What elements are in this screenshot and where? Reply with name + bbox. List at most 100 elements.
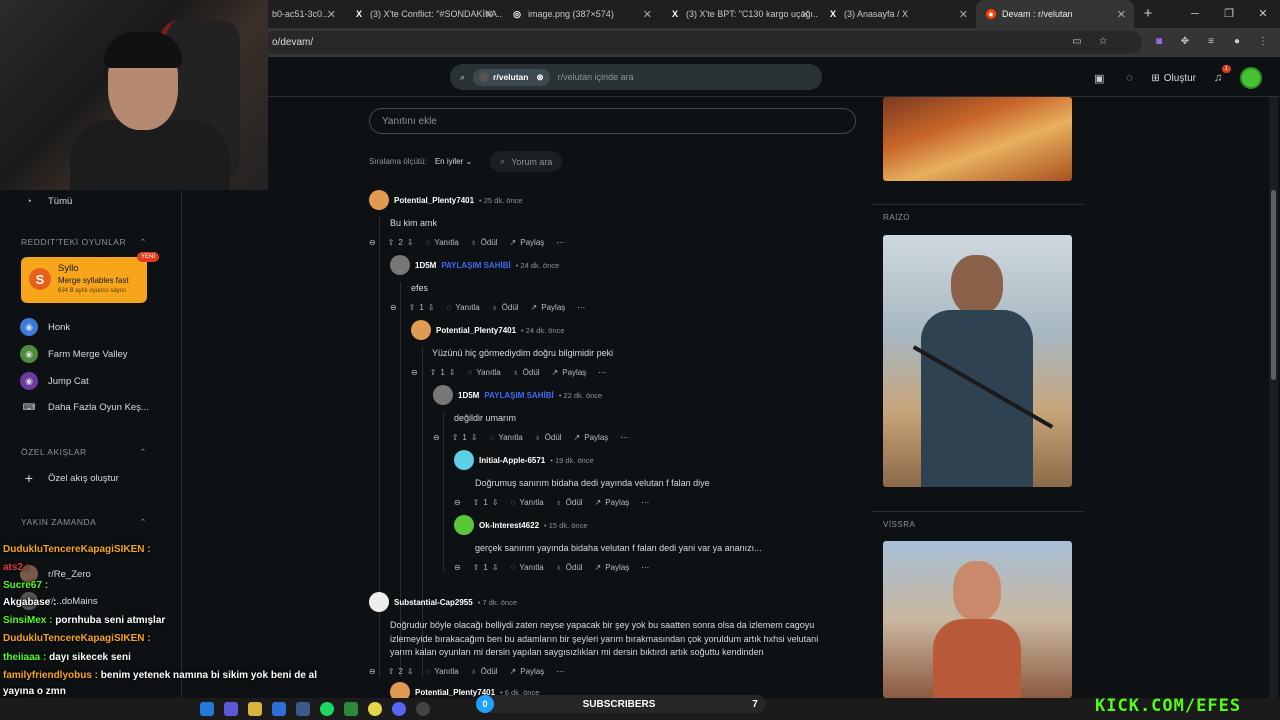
scrollbar-track[interactable] xyxy=(1269,97,1278,698)
subreddit-chip[interactable]: r/velutan ⊗ xyxy=(473,68,550,86)
upvote-icon[interactable]: ⇧ xyxy=(388,667,395,676)
cast-icon[interactable]: ▭ xyxy=(1070,34,1084,48)
sidebar-item-more-games[interactable]: ⌨ Daha Fazla Oyun Keş... xyxy=(20,398,149,416)
kebab-menu-icon[interactable]: ⋮ xyxy=(1256,34,1270,48)
puzzle-icon[interactable]: ✥ xyxy=(1178,34,1192,48)
avatar[interactable] xyxy=(454,515,474,535)
collapse-icon[interactable]: ⊖ xyxy=(369,238,376,247)
create-button[interactable]: ⊞ Oluştur xyxy=(1151,73,1196,84)
advertise-icon[interactable]: ▣ xyxy=(1091,70,1107,86)
upvote-icon[interactable]: ⇧ xyxy=(430,368,437,377)
character-art-raizo[interactable] xyxy=(883,235,1072,487)
collapse-icon[interactable]: ⊖ xyxy=(369,667,376,676)
search-bar[interactable]: ⌕ r/velutan ⊗ r/velutan içinde ara xyxy=(450,64,822,90)
avatar[interactable] xyxy=(390,255,410,275)
award-button[interactable]: ♁ Ödül xyxy=(513,368,540,377)
character-art-vissra[interactable] xyxy=(883,541,1072,698)
comment-author[interactable]: Substantial-Cap2955 xyxy=(394,598,473,607)
discord-icon[interactable] xyxy=(392,702,406,716)
reply-button[interactable]: ◌ Yanıtla xyxy=(426,238,459,247)
sidebar-item-honk[interactable]: ◉ Honk xyxy=(20,318,70,336)
chrome-icon[interactable] xyxy=(368,702,382,716)
browser-tab[interactable]: b0-ac51-3c0... ✕ xyxy=(262,0,344,28)
section-games-header[interactable]: REDDIT'TEKİ OYUNLAR ⌃ xyxy=(21,237,147,248)
sidebar-item-all[interactable]: ◔ Tümü xyxy=(20,192,72,210)
search-input[interactable]: r/velutan içinde ara xyxy=(558,72,634,82)
collapse-icon[interactable]: ⊖ xyxy=(390,303,397,312)
downvote-icon[interactable]: ⇩ xyxy=(492,498,499,507)
twitch-extension-icon[interactable]: ◙ xyxy=(1152,34,1166,48)
sidebar-item-jump-cat[interactable]: ◉ Jump Cat xyxy=(20,372,89,390)
award-button[interactable]: ♁ Ödül xyxy=(556,498,583,507)
share-button[interactable]: ↗ Paylaş xyxy=(531,303,566,312)
close-icon[interactable]: ✕ xyxy=(485,8,494,21)
more-options-icon[interactable]: ⋯ xyxy=(641,498,649,507)
notification-icon[interactable]: ♫ 1 xyxy=(1210,65,1231,86)
app-icon[interactable] xyxy=(344,702,358,716)
upvote-icon[interactable]: ⇧ xyxy=(388,238,395,247)
close-icon[interactable]: ✕ xyxy=(327,8,336,21)
downvote-icon[interactable]: ⇩ xyxy=(449,368,456,377)
reply-button[interactable]: ◌ Yanıtla xyxy=(511,498,544,507)
reply-button[interactable]: ◌ Yanıtla xyxy=(468,368,501,377)
reply-button[interactable]: ◌ Yanıtla xyxy=(511,563,544,572)
clear-icon[interactable]: ⊗ xyxy=(536,72,543,83)
browser-tab[interactable]: X (3) X'te BPT: "C130 kargo uçağı... ✕ xyxy=(660,0,818,28)
downvote-icon[interactable]: ⇩ xyxy=(407,238,414,247)
upvote-icon[interactable]: ⇧ xyxy=(473,498,480,507)
url-field[interactable]: o/devam/ xyxy=(262,31,1142,54)
comment-author[interactable]: Potential_Plenty7401 xyxy=(394,196,474,205)
section-recent-header[interactable]: YAKIN ZAMANDA ⌃ xyxy=(21,517,147,528)
comment-search[interactable]: ⌕ Yorum ara xyxy=(490,151,563,172)
section-custom-header[interactable]: ÖZEL AKIŞLAR ⌃ xyxy=(21,447,147,458)
files-icon[interactable] xyxy=(248,702,262,716)
reply-button[interactable]: ◌ Yanıtla xyxy=(490,433,523,442)
comment-author[interactable]: Initial-Apple-6571 xyxy=(479,456,545,465)
outlook-icon[interactable] xyxy=(272,702,286,716)
menu-list-icon[interactable]: ≡ xyxy=(1204,34,1218,48)
share-button[interactable]: ↗ Paylaş xyxy=(574,433,609,442)
upvote-icon[interactable]: ⇧ xyxy=(452,433,459,442)
close-icon[interactable]: ✕ xyxy=(1117,8,1126,21)
close-icon[interactable]: ✕ xyxy=(643,8,652,21)
sidebar-item-create-custom[interactable]: + Özel akış oluştur xyxy=(20,469,119,487)
browser-tab-active[interactable]: ● Devam : r/velutan ✕ xyxy=(976,0,1134,28)
chat-icon[interactable]: ◌ xyxy=(1121,70,1137,86)
more-options-icon[interactable]: ⋯ xyxy=(577,303,585,312)
award-button[interactable]: ♁ Ödül xyxy=(535,433,562,442)
reply-button[interactable]: ◌ Yanıtla xyxy=(426,667,459,676)
profile-icon[interactable]: ● xyxy=(1230,34,1244,48)
close-window-icon[interactable]: ✕ xyxy=(1246,0,1280,28)
downvote-icon[interactable]: ⇩ xyxy=(407,667,414,676)
more-options-icon[interactable]: ⋯ xyxy=(556,667,564,676)
comment-author[interactable]: Ok-Interest4622 xyxy=(479,521,539,530)
avatar[interactable] xyxy=(454,450,474,470)
more-options-icon[interactable]: ⋯ xyxy=(556,238,564,247)
share-button[interactable]: ↗ Paylaş xyxy=(552,368,587,377)
more-options-icon[interactable]: ⋯ xyxy=(598,368,606,377)
award-button[interactable]: ♁ Ödül xyxy=(556,563,583,572)
more-options-icon[interactable]: ⋯ xyxy=(641,563,649,572)
avatar[interactable] xyxy=(1240,67,1262,89)
spotify-icon[interactable] xyxy=(320,702,334,716)
app-icon[interactable] xyxy=(224,702,238,716)
edge-icon[interactable] xyxy=(200,702,214,716)
comment-author[interactable]: 1D5M xyxy=(458,391,479,400)
upvote-icon[interactable]: ⇧ xyxy=(473,563,480,572)
award-button[interactable]: ♁ Ödül xyxy=(471,238,498,247)
obs-icon[interactable] xyxy=(416,702,430,716)
downvote-icon[interactable]: ⇩ xyxy=(428,303,435,312)
share-button[interactable]: ↗ Paylaş xyxy=(595,563,630,572)
featured-game-card[interactable]: S Syllo Merge syllables fast 634 B aylık… xyxy=(21,257,147,303)
minimize-icon[interactable]: ─ xyxy=(1178,0,1212,28)
extension-icon[interactable] xyxy=(1122,34,1140,48)
close-icon[interactable]: ✕ xyxy=(959,8,968,21)
restore-icon[interactable]: ❐ xyxy=(1212,0,1246,28)
browser-tab[interactable]: X (3) Anasayfa / X ✕ xyxy=(818,0,976,28)
avatar[interactable] xyxy=(369,592,389,612)
more-options-icon[interactable]: ⋯ xyxy=(620,433,628,442)
sort-dropdown[interactable]: En iyiler ⌄ xyxy=(435,157,472,166)
share-button[interactable]: ↗ Paylaş xyxy=(510,667,545,676)
browser-tab[interactable]: X (3) X'te Conflict: "#SONDAKİKA... ✕ xyxy=(344,0,502,28)
award-button[interactable]: ♁ Ödül xyxy=(492,303,519,312)
